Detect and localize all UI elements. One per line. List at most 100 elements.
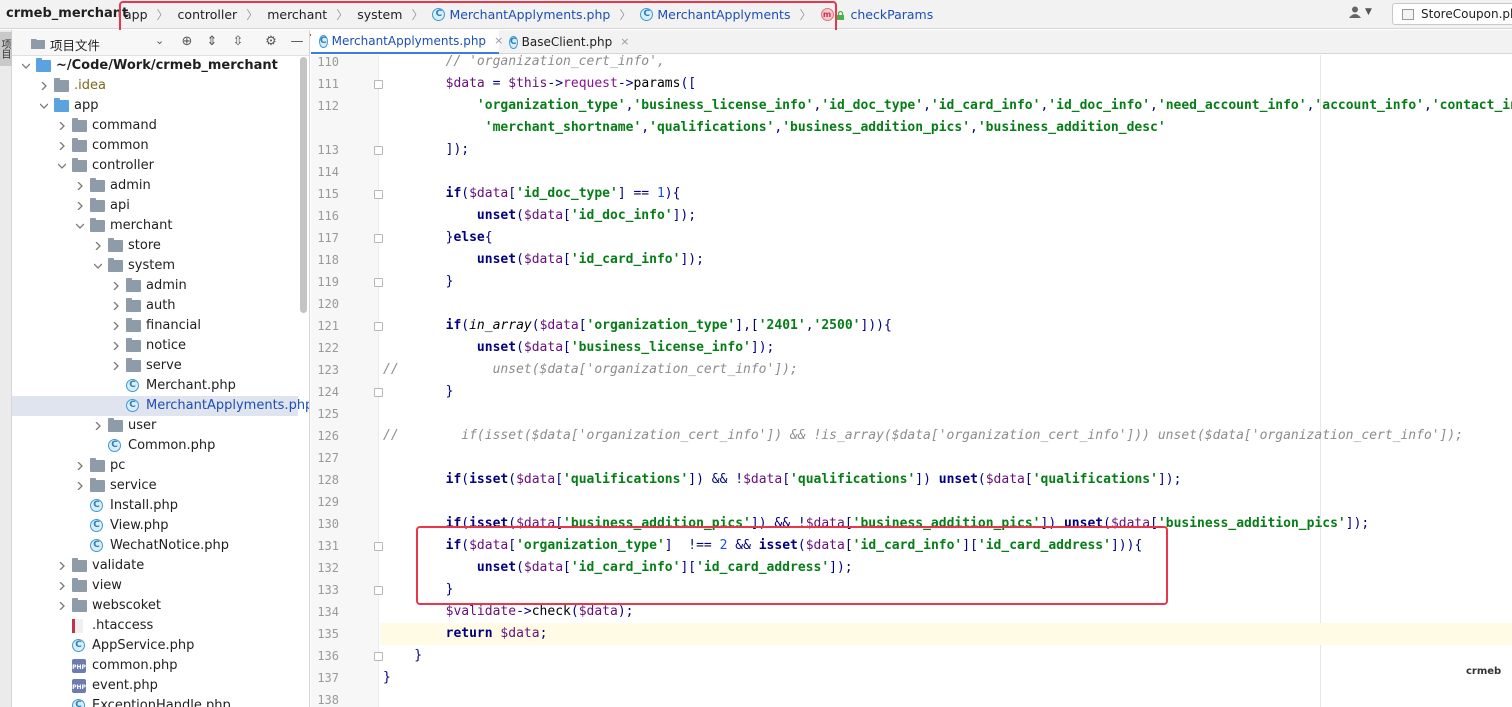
code-line[interactable]: $data = $this->request->params([ xyxy=(383,73,697,95)
tree-item[interactable]: admin xyxy=(12,176,298,196)
tree-item[interactable]: PHP common.php xyxy=(12,656,298,676)
fold-marker-icon[interactable] xyxy=(374,388,383,397)
tree-item[interactable]: api xyxy=(12,196,298,216)
tree-item[interactable]: common xyxy=(12,136,298,156)
tree-item[interactable]: view xyxy=(12,576,298,596)
chevron-right-icon[interactable] xyxy=(112,342,120,350)
tree-item[interactable]: system xyxy=(12,256,298,276)
code-line[interactable]: if(isset($data['qualifications']) && !$d… xyxy=(383,469,1182,491)
tree-item[interactable]: service xyxy=(12,476,298,496)
tree-item[interactable]: C AppService.php xyxy=(12,636,298,656)
fold-marker-icon[interactable] xyxy=(374,322,383,331)
chevron-right-icon[interactable] xyxy=(58,582,66,590)
fold-marker-icon[interactable] xyxy=(374,278,383,287)
chevron-down-icon[interactable] xyxy=(40,102,48,110)
tree-item[interactable]: .htaccess xyxy=(12,616,298,636)
project-tool-tab[interactable]: 项目 xyxy=(0,32,12,66)
locate-file-icon[interactable]: ⊕ xyxy=(179,34,195,50)
chevron-right-icon[interactable] xyxy=(94,242,102,250)
breadcrumb-item-method[interactable]: m checkParams xyxy=(820,7,933,22)
tree-item[interactable]: C ExceptionHandle.php xyxy=(12,696,298,707)
tree-item[interactable]: auth xyxy=(12,296,298,316)
fold-marker-icon[interactable] xyxy=(374,542,383,551)
tree-item[interactable]: C MerchantApplyments.php xyxy=(12,396,309,416)
chevron-right-icon[interactable] xyxy=(58,562,66,570)
code-line[interactable]: return $data; xyxy=(383,623,548,645)
tree-item[interactable]: notice xyxy=(12,336,298,356)
chevron-right-icon[interactable] xyxy=(76,182,84,190)
project-name[interactable]: crmeb_merchant xyxy=(6,6,128,21)
minimize-icon[interactable]: — xyxy=(289,34,305,50)
collapse-all-icon[interactable]: ⇳ xyxy=(230,34,246,50)
code-line[interactable]: unset($data['business_license_info']); xyxy=(383,337,774,359)
chevron-right-icon[interactable] xyxy=(58,602,66,610)
chevron-right-icon[interactable] xyxy=(112,282,120,290)
tree-item[interactable]: command xyxy=(12,116,298,136)
chevron-right-icon[interactable] xyxy=(94,422,102,430)
user-menu[interactable]: ▼ xyxy=(1348,6,1372,18)
code-line[interactable]: }else{ xyxy=(383,227,493,249)
code-line[interactable]: 'organization_type','business_license_in… xyxy=(383,95,1512,117)
tree-item[interactable]: C View.php xyxy=(12,516,298,536)
chevron-down-icon[interactable]: ⌄ xyxy=(155,34,164,47)
chevron-down-icon[interactable] xyxy=(76,222,84,230)
chevron-right-icon[interactable] xyxy=(40,82,48,90)
code-line[interactable]: 'merchant_shortname','qualifications','b… xyxy=(383,117,1166,139)
code-line[interactable]: } xyxy=(383,271,454,293)
code-line[interactable]: // 'organization_cert_info', xyxy=(383,55,665,73)
chevron-down-icon[interactable] xyxy=(22,62,30,70)
tree-item[interactable]: C Common.php xyxy=(12,436,298,456)
code-line[interactable]: if(in_array($data['organization_type'],[… xyxy=(383,315,892,337)
fold-marker-icon[interactable] xyxy=(374,586,383,595)
gear-icon[interactable]: ⚙ xyxy=(263,34,279,50)
tab-baseclient[interactable]: C BaseClient.php × xyxy=(501,30,631,54)
chevron-right-icon[interactable] xyxy=(112,362,120,370)
chevron-right-icon[interactable] xyxy=(112,302,120,310)
tree-item[interactable]: merchant xyxy=(12,216,298,236)
fold-marker-icon[interactable] xyxy=(374,190,383,199)
tree-item[interactable]: C WechatNotice.php xyxy=(12,536,298,556)
tree-item[interactable]: .idea xyxy=(12,76,298,96)
tree-item[interactable]: user xyxy=(12,416,298,436)
expand-all-icon[interactable]: ⇕ xyxy=(204,34,220,50)
tree-item[interactable]: PHP event.php xyxy=(12,676,298,696)
tree-item[interactable]: webscoket xyxy=(12,596,298,616)
fold-marker-icon[interactable] xyxy=(374,146,383,155)
tree-item[interactable]: controller xyxy=(12,156,298,176)
code-line[interactable]: // if(isset($data['organization_cert_inf… xyxy=(383,425,1463,447)
code-line[interactable]: if($data['id_doc_type'] == 1){ xyxy=(383,183,681,205)
code-area[interactable]: 110 111 112 113 114 115 116 117 118 119 120 121 122 1… xyxy=(311,55,1512,707)
run-configuration-selector[interactable]: StoreCoupon.php xyxy=(1392,3,1512,25)
tree-item[interactable]: pc xyxy=(12,456,298,476)
code-line[interactable]: } xyxy=(383,381,454,403)
tree-item[interactable]: C Install.php xyxy=(12,496,298,516)
tree-item[interactable]: app xyxy=(12,96,298,116)
tree-item[interactable]: C Merchant.php xyxy=(12,376,298,396)
code-line[interactable]: unset($data['id_doc_info']); xyxy=(383,205,696,227)
chevron-right-icon[interactable] xyxy=(76,202,84,210)
fold-marker-icon[interactable] xyxy=(374,80,383,89)
chevron-right-icon[interactable] xyxy=(112,322,120,330)
tree-item[interactable]: validate xyxy=(12,556,298,576)
code-line[interactable]: ]); xyxy=(383,139,469,161)
project-panel-title[interactable]: 项目文件 xyxy=(50,35,100,54)
chevron-right-icon[interactable] xyxy=(76,462,84,470)
tree-item[interactable]: serve xyxy=(12,356,298,376)
tree-scrollbar[interactable] xyxy=(300,57,307,313)
chevron-down-icon[interactable] xyxy=(94,262,102,270)
code-line[interactable]: } xyxy=(383,667,391,689)
code-line[interactable]: unset($data['id_card_info']); xyxy=(383,249,704,271)
tab-merchantapplyments[interactable]: C MerchantApplyments.php × xyxy=(311,30,503,54)
tree-item[interactable]: ~/Code/Work/crmeb_merchant xyxy=(12,56,298,76)
close-icon[interactable]: × xyxy=(620,30,629,54)
chevron-right-icon[interactable] xyxy=(58,122,66,130)
chevron-down-icon[interactable] xyxy=(58,162,66,170)
code-line[interactable]: } xyxy=(383,645,422,667)
chevron-right-icon[interactable] xyxy=(76,482,84,490)
chevron-right-icon[interactable] xyxy=(58,142,66,150)
code-line[interactable]: // unset($data['organization_cert_info']… xyxy=(383,359,798,381)
fold-marker-icon[interactable] xyxy=(374,234,383,243)
tree-item[interactable]: financial xyxy=(12,316,298,336)
tree-item[interactable]: store xyxy=(12,236,298,256)
tree-item[interactable]: admin xyxy=(12,276,298,296)
